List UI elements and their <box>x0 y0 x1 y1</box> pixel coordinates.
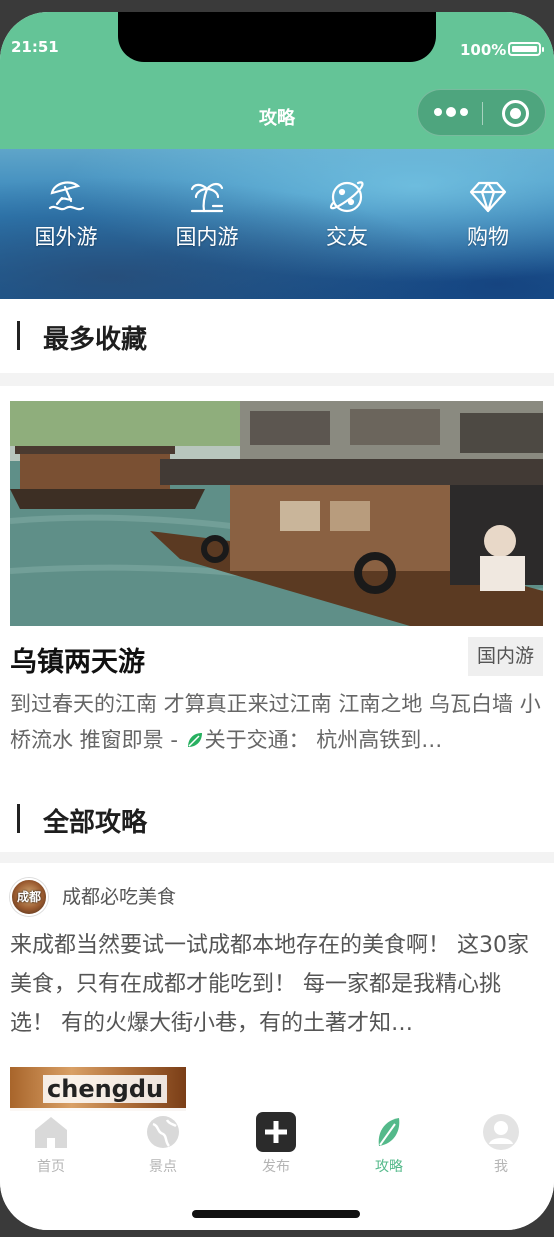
section-most-favorited: 最多收藏 <box>0 299 554 369</box>
category-label: 国外游 <box>34 225 98 249</box>
tab-label: 景点 <box>149 1159 177 1175</box>
tab-label: 发布 <box>262 1159 290 1175</box>
section-accent-bar <box>17 804 20 833</box>
author-name[interactable]: 成都必吃美食 <box>62 882 176 909</box>
category-shopping[interactable]: 购物 <box>433 175 543 251</box>
top-header: 21:51 100% 攻略 <box>0 12 554 149</box>
tab-attractions[interactable]: 景点 <box>123 1112 203 1176</box>
tab-label: 我 <box>494 1159 508 1175</box>
leaf-emoji-icon <box>187 733 202 747</box>
category-label: 购物 <box>467 225 509 249</box>
phone-screen: 21:51 100% 攻略 国外游 国内游 交友 购物 最多收藏 乌镇两天游 国… <box>0 12 554 1230</box>
beach-umbrella-icon <box>48 181 85 211</box>
tab-publish[interactable]: 发布 <box>236 1112 316 1176</box>
home-indicator[interactable] <box>192 1210 360 1218</box>
section-title: 最多收藏 <box>43 325 148 355</box>
featured-description-text: 关于交通： 杭州高铁到… <box>204 728 443 752</box>
tab-guides[interactable]: 攻略 <box>349 1112 429 1176</box>
category-banner: 国外游 国内游 交友 购物 <box>0 149 554 299</box>
category-domestic-travel[interactable]: 国内游 <box>152 175 262 251</box>
author-avatar[interactable]: 成都 <box>10 878 48 916</box>
battery-percentage: 100% <box>460 41 507 59</box>
diamond-icon <box>469 181 507 213</box>
section-all-guides: 全部攻略 <box>0 782 554 852</box>
tab-profile[interactable]: 我 <box>461 1112 541 1176</box>
category-label: 交友 <box>326 225 368 249</box>
close-target-icon[interactable] <box>502 100 529 127</box>
article-excerpt[interactable]: 来成都当然要试一试成都本地存在的美食啊！ 这30家美食，只有在成都才能吃到！ 每… <box>10 926 544 1043</box>
section-title: 全部攻略 <box>43 808 148 838</box>
category-label: 国内游 <box>175 225 239 249</box>
home-icon <box>35 1117 67 1148</box>
section-accent-bar <box>17 321 20 350</box>
section-divider <box>0 373 554 386</box>
leaf-icon <box>378 1118 400 1146</box>
tab-home[interactable]: 首页 <box>11 1112 91 1176</box>
tab-label: 攻略 <box>375 1159 403 1175</box>
featured-description: 到过春天的江南 才算真正来过江南 江南之地 乌瓦白墙 小桥流水 推窗即景 - 关… <box>10 686 544 758</box>
status-time: 21:51 <box>11 38 59 56</box>
profile-icon <box>483 1114 519 1150</box>
featured-title[interactable]: 乌镇两天游 <box>10 640 145 679</box>
featured-category-tag: 国内游 <box>468 637 543 676</box>
category-overseas-travel[interactable]: 国外游 <box>11 175 121 251</box>
capsule-divider <box>482 102 483 125</box>
boat-scene-illustration <box>10 401 543 626</box>
tab-label: 首页 <box>37 1159 65 1175</box>
globe-icon <box>147 1116 179 1148</box>
category-make-friends[interactable]: 交友 <box>292 175 402 251</box>
avatar-label: 成都 <box>16 890 41 904</box>
mini-program-capsule[interactable] <box>417 89 546 136</box>
camera-notch <box>118 12 436 62</box>
add-icon <box>256 1112 296 1152</box>
battery-icon <box>508 42 544 56</box>
more-icon[interactable] <box>434 107 468 117</box>
palm-tree-icon <box>190 182 224 213</box>
article-thumbnail[interactable]: chengdu <box>10 1067 186 1111</box>
featured-image[interactable] <box>10 401 543 626</box>
thumbnail-caption: chengdu <box>43 1075 168 1103</box>
planet-icon <box>329 181 364 213</box>
section-divider <box>0 852 554 863</box>
